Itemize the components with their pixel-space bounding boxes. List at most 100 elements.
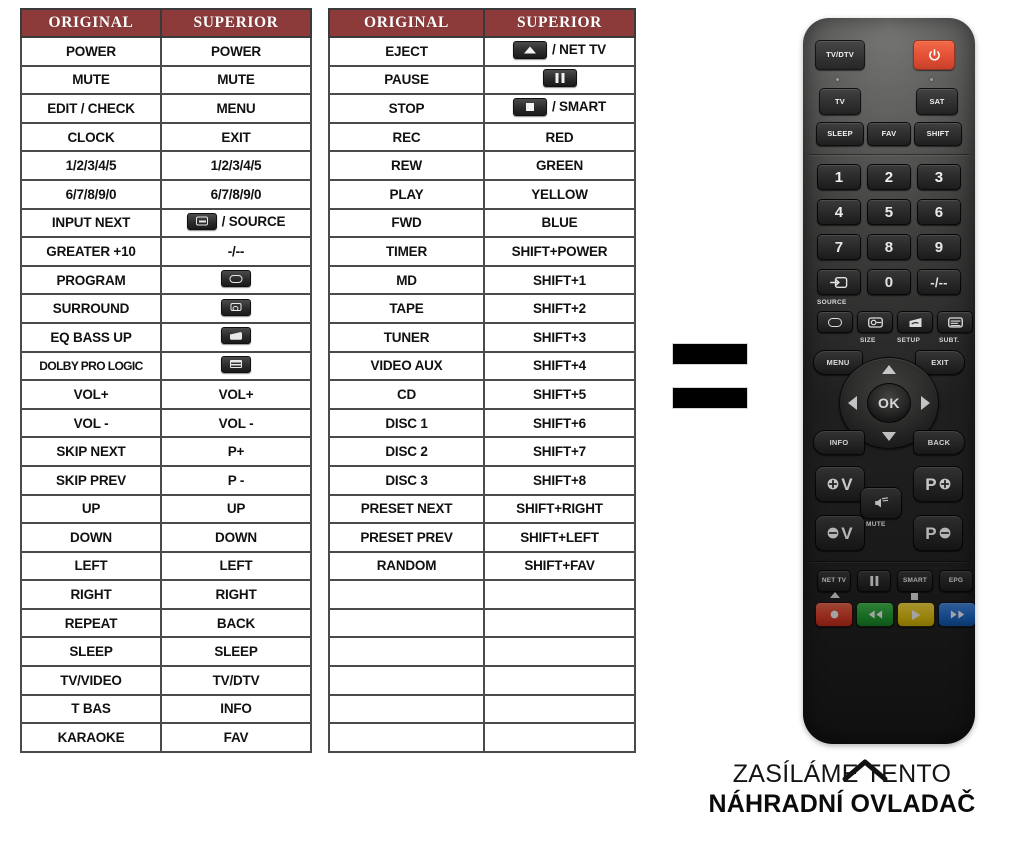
remote-button-net-tv[interactable]: NET TV <box>817 570 851 592</box>
cell-original: SKIP NEXT <box>20 436 162 467</box>
cell-original: RANDOM <box>328 550 485 582</box>
cell-superior: TV/DTV <box>160 665 312 696</box>
remote-button-tv[interactable]: TV <box>819 88 861 115</box>
cell-superior: SHIFT+FAV <box>483 550 636 582</box>
remote-button-program-up[interactable]: P <box>913 466 963 502</box>
cell-superior: BLUE <box>483 207 636 239</box>
cell-superior: P - <box>160 464 312 496</box>
table-row: RANDOM SHIFT+FAV <box>328 550 636 582</box>
remote-button-0[interactable]: 0 <box>867 269 911 295</box>
remote-button-epg[interactable]: EPG <box>939 570 973 592</box>
remote-button-sleep[interactable]: SLEEP <box>816 122 864 146</box>
cell-original: TIMER <box>328 236 485 267</box>
remote-button-power[interactable] <box>913 40 955 70</box>
cell-superior: -/-- <box>160 236 312 267</box>
remote-button-play[interactable] <box>897 602 935 627</box>
cell-original: LEFT <box>20 550 162 582</box>
table-row: REC RED <box>328 121 636 153</box>
table-row: SKIP NEXT P+ <box>20 436 312 467</box>
remote-divider-bottom <box>809 561 969 562</box>
cell-original: PRESET NEXT <box>328 493 485 525</box>
remote-button-record[interactable] <box>815 602 853 627</box>
cell-original <box>328 722 485 753</box>
remote-button-screen-format[interactable] <box>817 311 853 333</box>
remote-button-pause[interactable] <box>857 570 891 592</box>
cell-original: VOL - <box>20 407 162 439</box>
cell-superior: EXIT <box>160 121 312 153</box>
caption-line-2: NÁHRADNÍ OVLADAČ <box>708 790 976 818</box>
pause-icon <box>555 73 564 84</box>
remote-label-source: SOURCE <box>817 299 847 306</box>
cell-superior <box>483 607 636 639</box>
remote-button-rewind[interactable] <box>856 602 894 627</box>
down-arrow-icon[interactable] <box>882 432 896 441</box>
cell-original: FWD <box>328 207 485 239</box>
page-root: ORIGINAL SUPERIOR POWER POWER MUTE MUTE EDIT… <box>0 0 1024 850</box>
remote-button-back[interactable]: BACK <box>913 430 965 455</box>
table-row: GREATER +10 -/-- <box>20 236 312 267</box>
remote-button-4[interactable]: 4 <box>817 199 861 225</box>
subtitle-icon <box>230 360 242 369</box>
remote-button-size[interactable] <box>857 311 893 333</box>
remote-button-dash[interactable]: -/-- <box>917 269 961 295</box>
table-row: KARAOKE FAV <box>20 722 312 753</box>
cell-superior: P+ <box>160 436 312 467</box>
cell-superior <box>483 64 636 96</box>
remote-button-subtitle[interactable] <box>937 311 973 333</box>
remote-button-9[interactable]: 9 <box>917 234 961 260</box>
setup-icon-chip <box>221 327 251 345</box>
remote-button-program-down[interactable]: P <box>913 515 963 551</box>
cell-superior: GREEN <box>483 150 636 181</box>
remote-button-shift[interactable]: SHIFT <box>914 122 962 146</box>
remote-button-fav[interactable]: FAV <box>867 122 911 146</box>
right-arrow-icon[interactable] <box>921 396 930 410</box>
eject-triangle-icon-chip <box>513 40 548 59</box>
remote-button-sat[interactable]: SAT <box>916 88 958 115</box>
pause-icon <box>869 576 878 586</box>
remote-button-fast-forward[interactable] <box>938 602 975 627</box>
remote-button-tvdtv[interactable]: TV/DTV <box>815 40 865 70</box>
remote-button-7[interactable]: 7 <box>817 234 861 260</box>
cell-superior: DOWN <box>160 522 312 553</box>
cell-superior: SHIFT+LEFT <box>483 522 636 553</box>
rewind-icon <box>868 610 882 619</box>
column-header-original: ORIGINAL <box>328 8 485 38</box>
remote-button-ok[interactable]: OK <box>867 383 911 423</box>
left-arrow-icon[interactable] <box>848 396 857 410</box>
cell-superior: / SOURCE <box>160 207 312 239</box>
remote-button-volume-up[interactable]: V <box>815 466 865 502</box>
table-row: EQ BASS UP <box>20 321 312 353</box>
remote-button-2[interactable]: 2 <box>867 164 911 190</box>
up-arrow-icon[interactable] <box>882 365 896 374</box>
cell-superior: SHIFT+5 <box>483 379 636 410</box>
subtitle-icon-chip <box>221 355 251 373</box>
remote-label-setup: SETUP <box>897 337 921 344</box>
remote-button-6[interactable]: 6 <box>917 199 961 225</box>
remote-button-source[interactable] <box>817 269 861 295</box>
cell-original: DISC 2 <box>328 436 485 467</box>
cell-original: CLOCK <box>20 121 162 153</box>
cell-superior: VOL+ <box>160 379 312 410</box>
remote-button-setup[interactable] <box>897 311 933 333</box>
table-row: POWER POWER <box>20 36 312 67</box>
remote-button-mute[interactable] <box>860 487 902 519</box>
mute-icon <box>875 497 889 508</box>
remote-button-smart[interactable]: SMART <box>897 570 933 592</box>
remote-button-volume-down[interactable]: V <box>815 515 865 551</box>
table-row: REW GREEN <box>328 150 636 181</box>
remote-button-info[interactable]: INFO <box>813 430 865 455</box>
table-row: PRESET NEXT SHIFT+RIGHT <box>328 493 636 525</box>
cell-superior: POWER <box>160 36 312 67</box>
cell-superior: SHIFT+8 <box>483 464 636 496</box>
cell-original: TUNER <box>328 321 485 353</box>
remote-button-3[interactable]: 3 <box>917 164 961 190</box>
cell-original: PROGRAM <box>20 264 162 296</box>
cell-superior: SHIFT+6 <box>483 407 636 439</box>
remote-button-5[interactable]: 5 <box>867 199 911 225</box>
remote-button-8[interactable]: 8 <box>867 234 911 260</box>
cell-original: EDIT / CHECK <box>20 93 162 124</box>
screen-format-icon <box>229 274 243 283</box>
remote-button-1[interactable]: 1 <box>817 164 861 190</box>
table-row: EJECT / NET TV <box>328 36 636 67</box>
cell-original: MUTE <box>20 64 162 96</box>
